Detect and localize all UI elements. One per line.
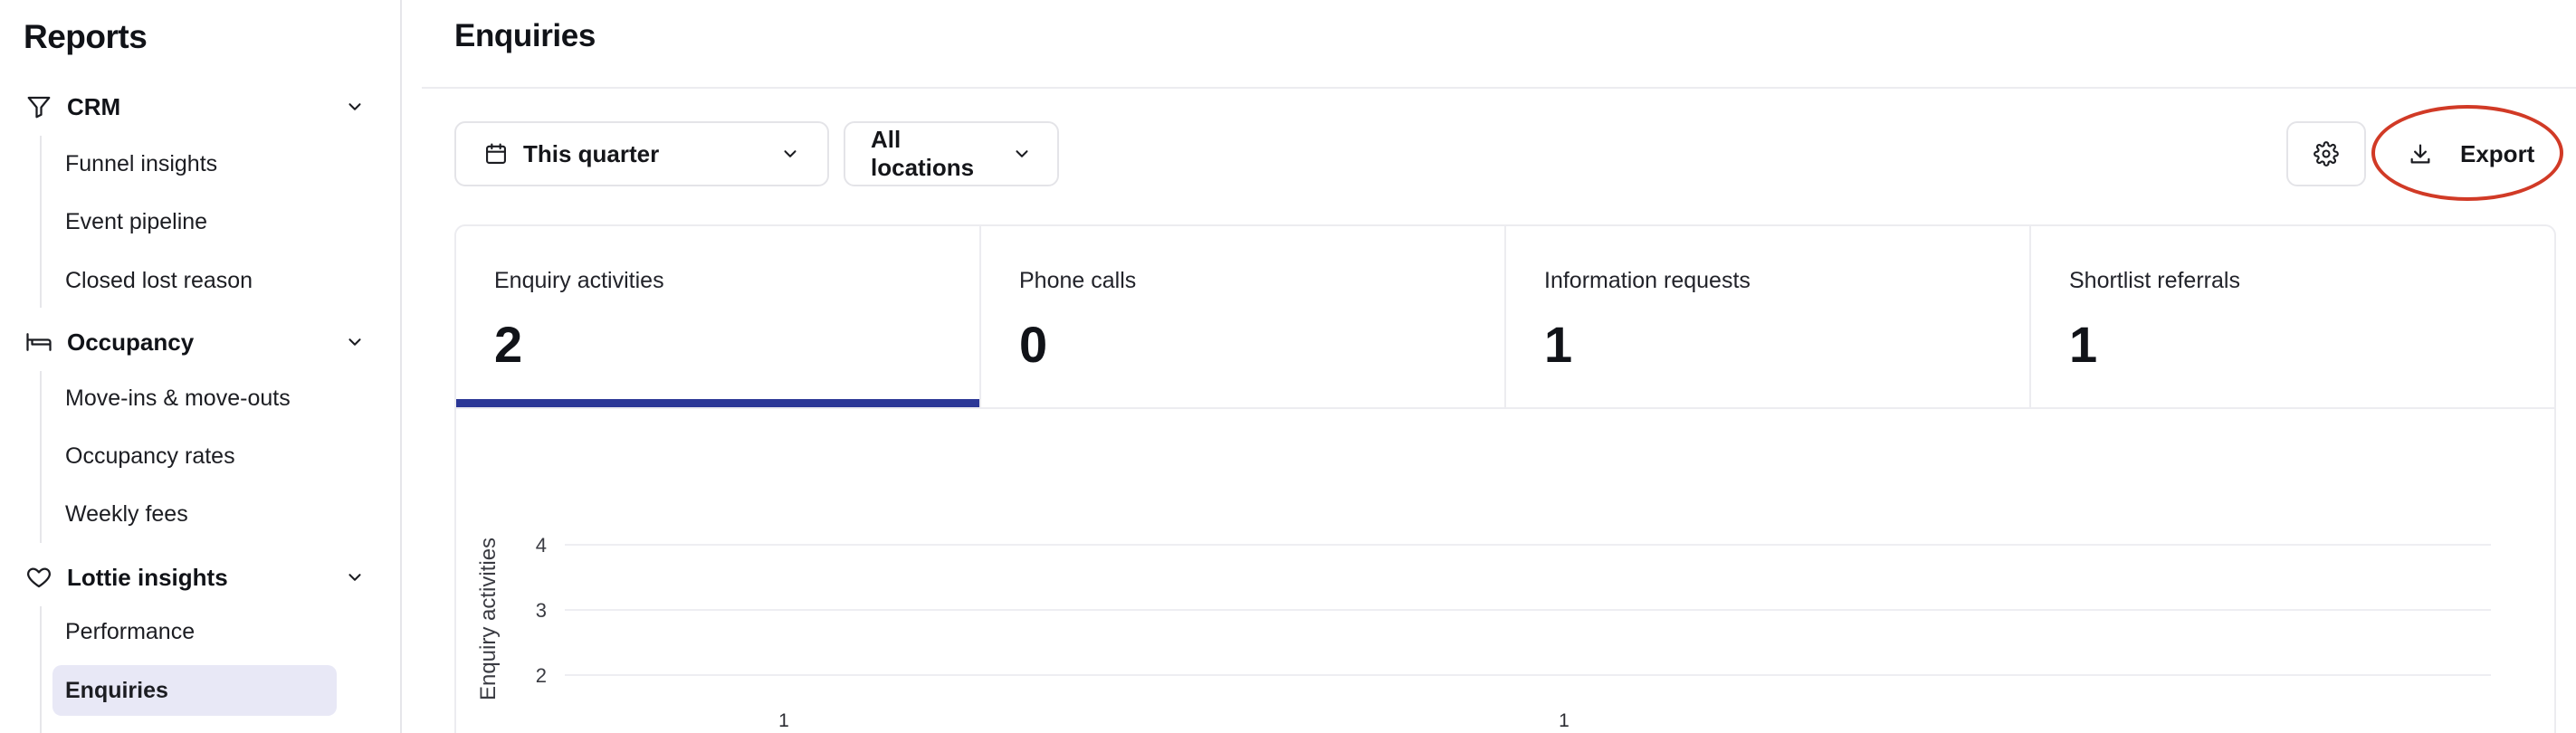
sidebar-section-label: Lottie insights [67,563,228,591]
stat-label: Phone calls [1019,268,1137,293]
sidebar-item-occupancy-rates[interactable]: Occupancy rates [52,431,337,481]
stat-label: Enquiry activities [494,268,664,293]
date-range-select[interactable]: This quarter [454,121,829,186]
y-tick-label: 4 [536,534,547,557]
y-tick-label: 2 [536,664,547,687]
download-icon [2408,141,2433,167]
y-axis-label: Enquiry activities [476,538,501,700]
stat-label: Information requests [1544,268,1751,293]
sidebar-item-performance[interactable]: Performance [52,606,337,657]
sidebar-section-crm[interactable]: CRM [24,85,367,129]
stat-value: 0 [1019,316,1048,373]
chevron-down-icon [342,329,367,355]
stat-value: 1 [1544,316,1573,373]
sidebar-item-event-pipeline[interactable]: Event pipeline [52,196,337,247]
bed-icon [24,327,54,357]
location-select[interactable]: All locations [844,121,1059,186]
sidebar-item-enquiries[interactable]: Enquiries [52,665,337,716]
stat-tab-shortlist-referrals[interactable]: Shortlist referrals 1 [2031,226,2554,407]
sidebar-section-occupancy[interactable]: Occupancy [24,320,367,364]
sidebar-item-move-ins[interactable]: Move-ins & move-outs [52,373,337,424]
nav-group-line [40,136,42,308]
data-label: 1 [778,710,789,731]
page-title: Enquiries [454,18,596,53]
stat-tab-phone-calls[interactable]: Phone calls 0 [981,226,1506,407]
stat-tab-enquiry-activities[interactable]: Enquiry activities 2 [456,226,981,407]
stat-tab-information-requests[interactable]: Information requests 1 [1506,226,2031,407]
stat-value: 1 [2069,316,2098,373]
page-header: Enquiries [422,0,2576,89]
location-value: All locations [871,126,975,181]
sidebar-section-label: CRM [67,92,121,120]
sidebar-section-lottie-insights[interactable]: Lottie insights [24,556,367,599]
nav-group-line [40,371,42,543]
chart-area: 2 3 4 Enquiry activities 1 1 [454,409,2556,733]
sidebar-item-closed-lost-reason[interactable]: Closed lost reason [52,255,337,306]
app-title: Reports [24,18,148,55]
stat-value: 2 [494,316,523,373]
y-tick-label: 3 [536,599,547,622]
chevron-down-icon [780,144,800,164]
export-button[interactable]: Export [2375,121,2552,186]
heart-icon [24,562,54,593]
date-range-value: This quarter [523,139,660,167]
sidebar: Reports CRM Funnel insights Event pipeli… [0,0,402,733]
gear-icon [2314,141,2339,167]
chevron-down-icon [1012,144,1032,164]
calendar-icon [483,141,509,167]
settings-button[interactable] [2286,121,2366,186]
chevron-down-icon [342,94,367,119]
data-label: 1 [1559,710,1569,731]
stat-label: Shortlist referrals [2069,268,2240,293]
sidebar-item-weekly-fees[interactable]: Weekly fees [52,489,337,539]
nav-group-line [40,606,42,733]
stat-tabs: Enquiry activities 2 Phone calls 0 Infor… [454,224,2556,409]
sidebar-item-funnel-insights[interactable]: Funnel insights [52,138,337,189]
enquiry-activities-chart: 2 3 4 Enquiry activities 1 1 [476,534,2491,731]
sidebar-section-label: Occupancy [67,328,195,356]
export-label: Export [2460,139,2535,167]
filter-icon [24,91,54,122]
chevron-down-icon [342,565,367,590]
